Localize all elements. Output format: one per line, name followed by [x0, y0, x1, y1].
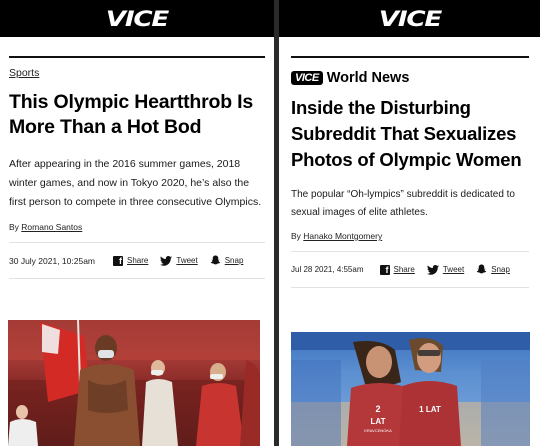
byline: By Romano Santos	[9, 222, 265, 232]
share-snapchat-button[interactable]: Snap	[210, 255, 244, 266]
share-facebook-button[interactable]: f Share	[379, 264, 415, 275]
header-rule	[9, 56, 265, 58]
tweet-label: Tweet	[176, 256, 198, 265]
snapchat-icon	[476, 264, 487, 274]
share-snapchat-button[interactable]: Snap	[476, 264, 510, 275]
jersey-number: 2	[375, 404, 380, 414]
vice-logo[interactable]: VICE	[106, 7, 170, 31]
snap-label: Snap	[491, 265, 510, 274]
right-article-screen: VICE VICE World News Inside the Disturbi…	[279, 0, 540, 446]
facebook-icon: f	[113, 255, 124, 266]
section-link-world-news: World News	[326, 70, 410, 86]
share-twitter-button[interactable]: Tweet	[426, 264, 465, 275]
article-hero-image: 2 LAT KRAVCENOKA 1 LAT	[291, 332, 530, 446]
top-bar: VICE	[0, 0, 274, 37]
vice-logo[interactable]: VICE	[378, 7, 442, 31]
header-rule	[291, 56, 529, 58]
meta-divider-bottom	[291, 287, 529, 288]
share-twitter-button[interactable]: Tweet	[160, 255, 198, 266]
snapchat-icon	[210, 255, 221, 265]
left-article-screen: VICE Sports This Olympic Heartthrob Is M…	[0, 0, 274, 446]
share-label: Share	[393, 265, 415, 274]
article-headline: Inside the Disturbing Subreddit That Sex…	[291, 97, 522, 170]
byline-prefix: By	[9, 222, 19, 232]
meta-row: Jul 28 2021, 4:55am f Share Tweet Snap	[291, 264, 529, 275]
publish-date: 30 July 2021, 10:25am	[9, 255, 96, 266]
share-label: Share	[127, 256, 149, 265]
meta-row: 30 July 2021, 10:25am f Share Tweet Snap	[9, 255, 265, 266]
article-dek: The popular “Oh-lympics” subreddit is de…	[291, 189, 515, 218]
olympic-flagbearer-photo	[8, 320, 260, 446]
jersey-name: KRAVCENOKA	[364, 428, 392, 433]
beach-volleyball-photo: 2 LAT KRAVCENOKA 1 LAT	[291, 332, 530, 446]
twitter-icon	[160, 255, 173, 266]
section-link-sports[interactable]: Sports	[9, 67, 39, 79]
meta-divider-bottom	[9, 278, 265, 279]
vice-mini-logo: VICE	[291, 71, 323, 85]
article-headline: This Olympic Heartthrob Is More Than a H…	[9, 91, 254, 138]
top-bar: VICE	[279, 0, 540, 37]
section-brand[interactable]: VICE World News	[291, 70, 529, 86]
twitter-icon	[426, 264, 439, 275]
byline: By Hanako Montgomery	[291, 231, 529, 241]
author-link[interactable]: Hanako Montgomery	[303, 231, 382, 241]
tweet-label: Tweet	[442, 265, 465, 274]
publish-date: Jul 28 2021, 4:55am	[291, 265, 364, 274]
meta-divider	[291, 251, 529, 252]
article-hero-image	[8, 320, 260, 446]
article-dek: After appearing in the 2016 summer games…	[9, 158, 262, 208]
author-link[interactable]: Romano Santos	[21, 222, 82, 232]
facebook-icon: f	[379, 264, 390, 275]
meta-divider	[9, 242, 265, 243]
jersey-number-right: 1 LAT	[419, 405, 441, 414]
byline-prefix: By	[291, 231, 301, 241]
share-facebook-button[interactable]: f Share	[113, 255, 149, 266]
snap-label: Snap	[224, 256, 244, 265]
jersey-country: LAT	[371, 417, 386, 426]
